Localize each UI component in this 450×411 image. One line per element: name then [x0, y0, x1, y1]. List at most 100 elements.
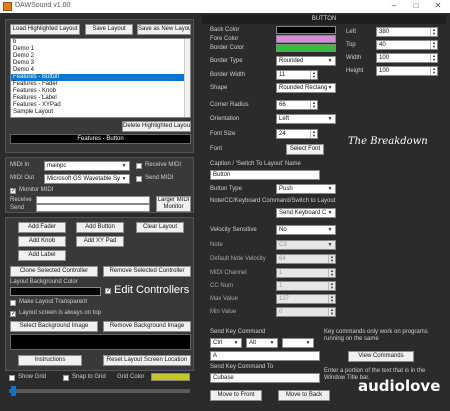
minimize-button[interactable]: –: [383, 1, 405, 10]
key-modifier-3-select[interactable]: ▼: [282, 338, 314, 348]
spinner-arrows-icon[interactable]: ▲ ▼: [328, 255, 335, 263]
close-button[interactable]: ✕: [427, 1, 449, 10]
default-velocity-spinner[interactable]: 64 ▲ ▼: [276, 254, 336, 264]
top-pos-spinner[interactable]: 40 ▲ ▼: [376, 40, 438, 50]
min-value-label: Min Value: [210, 309, 237, 315]
left-pos-spinner[interactable]: 380 ▲ ▼: [376, 27, 438, 37]
button-preview[interactable]: The Breakdown: [348, 136, 428, 147]
back-color-swatch[interactable]: [276, 26, 336, 34]
clone-controller-button[interactable]: Clone Selected Controller: [10, 266, 98, 277]
max-value-label: Max Value: [210, 296, 238, 302]
grid-size-slider-thumb[interactable]: [11, 386, 16, 396]
clear-layout-button[interactable]: Clear Layout: [136, 222, 184, 233]
list-item[interactable]: Demo 3: [11, 60, 190, 67]
list-item[interactable]: Sample Layout: [11, 109, 190, 116]
list-item[interactable]: Features - Knob: [11, 88, 190, 95]
spinner-arrows-icon[interactable]: ▲ ▼: [430, 41, 437, 49]
midi-out-select[interactable]: Microsoft GS Wavetable Sy ▼: [44, 174, 130, 184]
font-size-spinner[interactable]: 24 ▲ ▼: [276, 129, 318, 139]
spinner-arrows-icon[interactable]: ▲ ▼: [310, 101, 317, 109]
list-item[interactable]: Demo 1: [11, 46, 190, 53]
send-midi-checkbox[interactable]: [136, 176, 142, 182]
layout-list[interactable]: b Demo 1 Demo 2 Demo 3 Demo 4 Features - Butt…: [10, 38, 191, 118]
save-layout-button[interactable]: Save Layout: [85, 24, 133, 35]
note-cc-select[interactable]: Send Keyboard C ▼: [276, 208, 336, 218]
velocity-sensitive-select[interactable]: No ▼: [276, 225, 336, 235]
list-item[interactable]: Features - Fader: [11, 81, 190, 88]
midi-in-select[interactable]: mainpc ▼: [44, 161, 130, 171]
shape-select[interactable]: Rounded Rectang ▼: [276, 83, 336, 93]
spinner-arrows-icon[interactable]: ▲ ▼: [310, 130, 317, 138]
add-button-button[interactable]: Add Button: [76, 222, 124, 233]
list-scrollbar[interactable]: [184, 39, 190, 117]
grid-size-slider-track[interactable]: [9, 389, 190, 393]
select-bg-image-button[interactable]: Select Background Image: [10, 321, 98, 332]
corner-radius-spinner[interactable]: 66 ▲ ▼: [276, 100, 318, 110]
remove-controller-button[interactable]: Remove Selected Controller: [103, 266, 191, 277]
maximize-button[interactable]: □: [405, 1, 427, 10]
make-transparent-label: Make Layout Transparent: [19, 299, 88, 305]
list-item[interactable]: Features - Label: [11, 95, 190, 102]
spinner-arrows-icon[interactable]: ▲ ▼: [430, 67, 437, 75]
caption-input[interactable]: Button: [210, 170, 320, 180]
min-value-spinner[interactable]: 0 ▲ ▼: [276, 307, 336, 317]
add-label-button[interactable]: Add Label: [18, 250, 66, 261]
move-to-back-button[interactable]: Move to Back: [278, 390, 330, 401]
load-layout-button[interactable]: Load Highlighted Layout: [10, 24, 80, 35]
layout-bg-color-swatch[interactable]: [10, 287, 101, 296]
key-modifier-1-value: Ctrl: [213, 340, 223, 346]
make-transparent-checkbox[interactable]: [10, 300, 16, 306]
orientation-select[interactable]: Left ▼: [276, 114, 336, 124]
fore-color-swatch[interactable]: [276, 35, 336, 43]
list-item[interactable]: Features - XYPad: [11, 102, 190, 109]
save-new-layout-button[interactable]: Save as New Layout: [137, 24, 191, 35]
list-item[interactable]: b: [11, 39, 190, 46]
list-item[interactable]: Demo 4: [11, 67, 190, 74]
spinner-arrows-icon[interactable]: ▲ ▼: [328, 308, 335, 316]
spinner-arrows-icon[interactable]: ▲ ▼: [430, 28, 437, 36]
delete-layout-button[interactable]: Delete Highlighted Layout: [122, 121, 191, 132]
list-item[interactable]: Demo 2: [11, 53, 190, 60]
midi-channel-spinner[interactable]: 1 ▲ ▼: [276, 268, 336, 278]
remove-bg-image-button[interactable]: Remove Background Image: [103, 321, 191, 332]
key-modifier-2-select[interactable]: Alt ▼: [246, 338, 278, 348]
edit-controllers-checkbox[interactable]: [105, 287, 111, 294]
bg-image-path: [10, 334, 191, 350]
chevron-down-icon: ▼: [305, 340, 311, 346]
monitor-midi-checkbox[interactable]: [10, 187, 16, 194]
add-xypad-button[interactable]: Add XY Pad: [76, 236, 124, 247]
border-type-select[interactable]: Rounded ▼: [276, 56, 336, 66]
velocity-sensitive-label: Velocity Sensitive: [210, 227, 257, 233]
note-value: C3: [279, 242, 287, 248]
show-grid-checkbox[interactable]: [9, 375, 15, 381]
spinner-arrows-icon[interactable]: ▲ ▼: [310, 71, 317, 79]
spinner-arrows-icon[interactable]: ▲ ▼: [328, 282, 335, 290]
height-spinner[interactable]: 100 ▲ ▼: [376, 66, 438, 76]
spinner-arrows-icon[interactable]: ▲ ▼: [430, 54, 437, 62]
spinner-arrows-icon[interactable]: ▲ ▼: [328, 295, 335, 303]
width-spinner[interactable]: 100 ▲ ▼: [376, 53, 438, 63]
border-color-swatch[interactable]: [276, 44, 336, 52]
spinner-arrows-icon[interactable]: ▲ ▼: [328, 269, 335, 277]
instructions-button[interactable]: Instructions: [18, 355, 82, 366]
button-type-select[interactable]: Push ▼: [276, 184, 336, 194]
grid-color-swatch[interactable]: [151, 373, 190, 381]
add-knob-button[interactable]: Add Knob: [18, 236, 66, 247]
send-key-to-input[interactable]: Cubase: [210, 373, 320, 383]
cc-num-spinner[interactable]: 1 ▲ ▼: [276, 281, 336, 291]
list-item[interactable]: Features - Button: [11, 74, 190, 81]
select-font-button[interactable]: Select Font: [286, 144, 324, 155]
note-select[interactable]: C3 ▼: [276, 240, 336, 250]
always-on-top-checkbox[interactable]: [10, 310, 16, 317]
add-fader-button[interactable]: Add Fader: [18, 222, 66, 233]
snap-to-grid-checkbox[interactable]: [63, 375, 69, 381]
larger-midi-monitor-button[interactable]: Larger MIDI Monitor: [156, 196, 191, 212]
move-to-front-button[interactable]: Move to Front: [210, 390, 262, 401]
reset-location-button[interactable]: Reset Layout Screen Location: [103, 355, 191, 366]
max-value-spinner[interactable]: 127 ▲ ▼: [276, 294, 336, 304]
key-input[interactable]: A: [210, 351, 320, 361]
key-modifier-1-select[interactable]: Ctrl ▼: [210, 338, 242, 348]
view-commands-button[interactable]: View Commands: [348, 351, 414, 362]
border-width-spinner[interactable]: 11 ▲ ▼: [276, 70, 318, 80]
receive-midi-checkbox[interactable]: [136, 163, 142, 169]
